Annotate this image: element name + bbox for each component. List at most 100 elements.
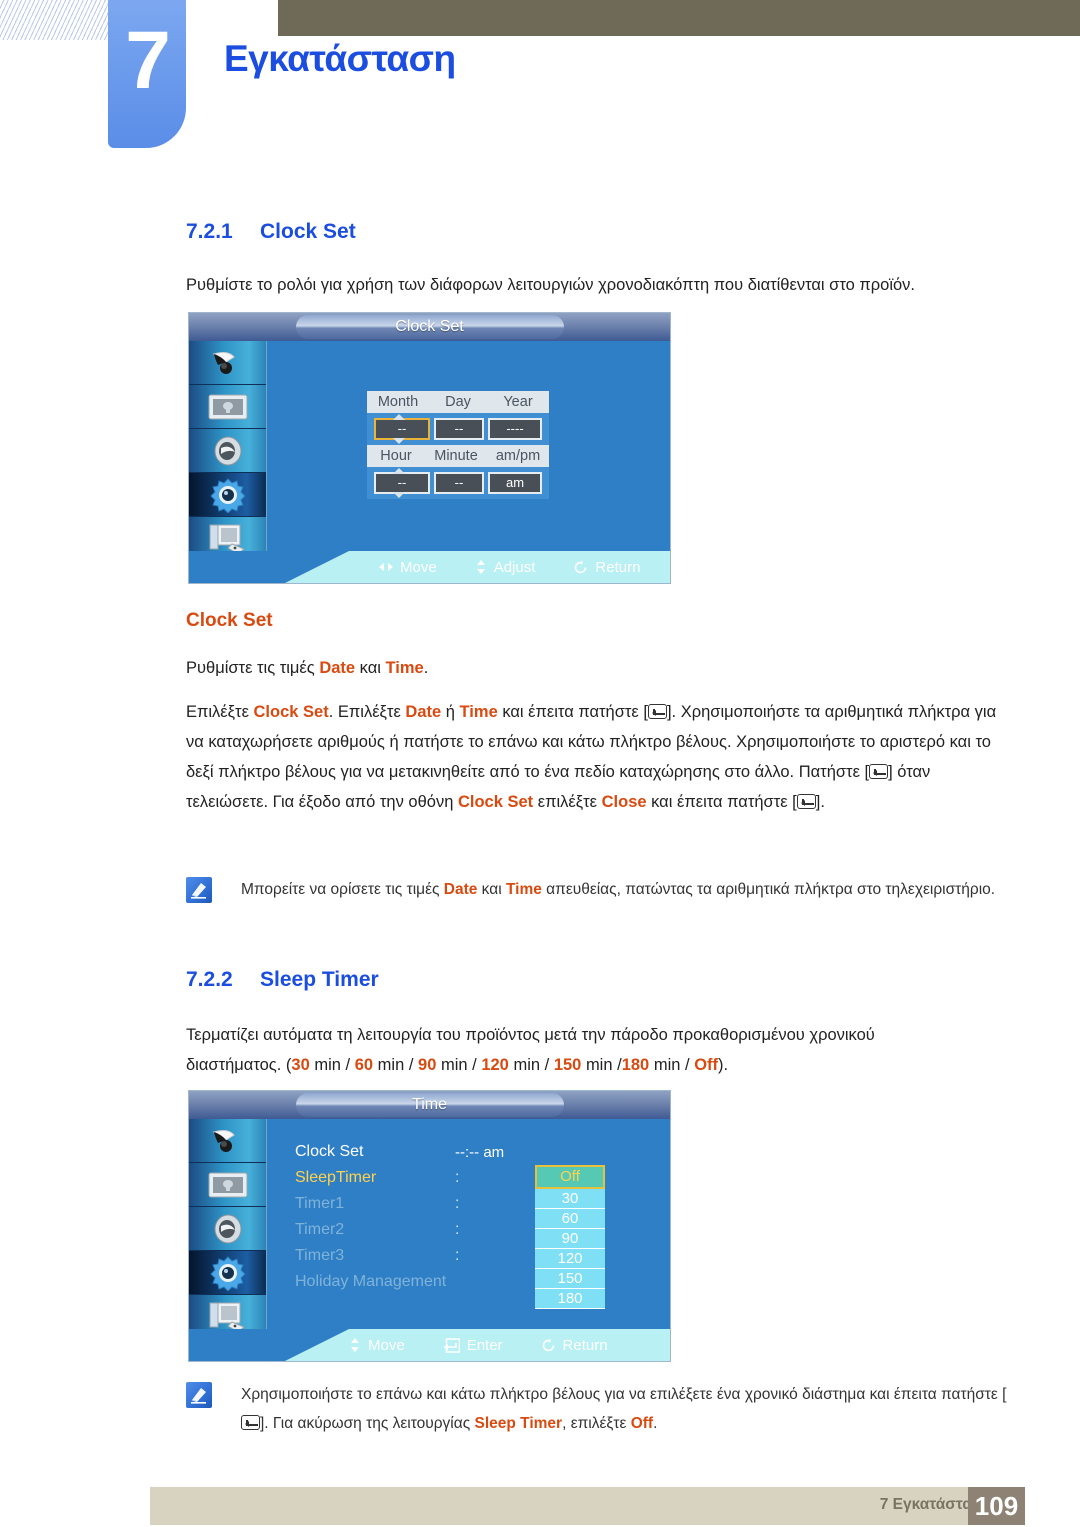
keyword-date-2: Date — [405, 703, 442, 721]
note-2-text: Χρησιμοποιήστε το επάνω και κάτω πλήκτρο… — [241, 1380, 1016, 1438]
osd-screenshot-time: Time Clock Set --:-- am SleepTimer: Tim… — [188, 1090, 671, 1362]
dropdown-option-120[interactable]: 120 — [535, 1249, 605, 1269]
keyword-date: Date — [319, 659, 356, 677]
keyword-close: Close — [601, 793, 647, 811]
dropdown-option-60[interactable]: 60 — [535, 1209, 605, 1229]
date-fields-row: -- -- ---- — [367, 413, 549, 445]
field-year[interactable]: ---- — [488, 418, 542, 440]
osd-body-clock-set: Month Day Year -- -- ---- Hour Minute am… — [267, 341, 670, 551]
enter-key-icon — [869, 764, 889, 779]
menu-label-clock-set: Clock Set — [295, 1143, 364, 1160]
left-right-arrow-icon — [379, 563, 393, 571]
osd-title-time: Time — [295, 1093, 564, 1117]
paragraph-set-date-time: Ρυθμίστε τις τιμές Date και Time. — [186, 653, 1006, 683]
enter-key-icon — [796, 794, 816, 809]
unit-1: min — [314, 1056, 341, 1074]
note-1-mid: και — [477, 881, 506, 898]
note-2-mid: ]. Για ακύρωση της λειτουργίας — [260, 1415, 475, 1432]
text-3: ή — [441, 703, 460, 721]
arrow-down-icon[interactable] — [393, 492, 405, 498]
text-8: και έπειτα πατήστε [ — [646, 793, 797, 811]
dropdown-option-30[interactable]: 30 — [535, 1189, 605, 1209]
note-1-post: απευθείας, πατώντας τα αριθμητικά πλήκτρ… — [541, 881, 996, 898]
osd-hints-clock-set: Move Adjust Return — [189, 551, 670, 583]
arrow-down-icon[interactable] — [393, 438, 405, 444]
field-day[interactable]: -- — [434, 418, 484, 440]
text-4: και έπειτα πατήστε [ — [497, 703, 648, 721]
date-labels-row: Month Day Year — [367, 391, 549, 413]
text-mid: και — [355, 659, 386, 677]
dropdown-option-off[interactable]: Off — [535, 1165, 605, 1189]
hint-enter: Enter — [443, 1337, 503, 1354]
note-1-pre: Μπορείτε να ορίσετε τις τιμές — [241, 881, 444, 898]
setup-gear-icon[interactable] — [189, 473, 266, 517]
menu-value-clock-set: --:-- am — [455, 1143, 505, 1161]
note-box-2: Χρησιμοποιήστε το επάνω και κάτω πλήκτρο… — [186, 1380, 1016, 1438]
label-hour: Hour — [380, 448, 412, 464]
dropdown-option-90[interactable]: 90 — [535, 1229, 605, 1249]
up-down-arrow-icon — [351, 1338, 359, 1352]
menu-colon-2: : — [455, 1195, 460, 1212]
osd-sidebar-time — [189, 1119, 267, 1339]
hint-adjust: Adjust — [475, 559, 535, 576]
menu-label-sleep-timer: SleepTimer — [295, 1169, 377, 1186]
dropdown-option-150[interactable]: 150 — [535, 1269, 605, 1289]
footer-page-number: 109 — [968, 1487, 1025, 1525]
keyword-clock-set: Clock Set — [253, 703, 329, 721]
return-arrow-icon — [542, 1338, 554, 1351]
input-jack-icon[interactable] — [189, 341, 266, 385]
section-number-2: 7.2.2 — [186, 968, 233, 991]
setup-gear-icon[interactable] — [189, 1251, 266, 1295]
menu-label-holiday-management: Holiday Management — [295, 1273, 447, 1290]
up-down-arrow-icon — [476, 560, 485, 574]
picture-display-icon[interactable] — [189, 385, 266, 429]
arrow-up-icon[interactable] — [393, 414, 405, 420]
opt-60: 60 — [354, 1056, 374, 1074]
arrow-up-icon[interactable] — [393, 468, 405, 474]
month-spinner-arrows[interactable] — [393, 413, 405, 445]
menu-label-timer2: Timer2 — [295, 1221, 345, 1238]
time-labels-row: Hour Minute am/pm — [367, 445, 549, 467]
menu-row-clock-set[interactable]: Clock Set --:-- am — [295, 1139, 595, 1165]
opt-120: 120 — [481, 1056, 509, 1074]
opt-180: 180 — [621, 1056, 650, 1074]
chapter-number-badge: 7 — [108, 0, 186, 148]
field-ampm[interactable]: am — [488, 472, 542, 494]
sleep-intro-pre: διαστήματος. ( — [186, 1056, 292, 1074]
picture-display-icon[interactable] — [189, 1163, 266, 1207]
unit-5: min — [585, 1056, 613, 1074]
keyword-off: Off — [630, 1415, 654, 1432]
hint-return-label: Return — [595, 558, 641, 576]
unit-6: min — [653, 1056, 681, 1074]
sound-speaker-icon[interactable] — [189, 429, 266, 473]
enter-key-icon — [241, 1415, 260, 1430]
label-ampm: am/pm — [495, 448, 541, 464]
section-heading-7-2-1: 7.2.1 Clock Set — [186, 220, 356, 244]
sleep-intro-post: ). — [718, 1056, 729, 1074]
chapter-title: Εγκατάσταση — [224, 38, 456, 79]
enter-key-icon — [647, 704, 667, 719]
osd-title-clock-set: Clock Set — [295, 315, 564, 339]
field-minute[interactable]: -- — [434, 472, 484, 494]
hour-spinner-arrows[interactable] — [393, 467, 405, 499]
hint-move: Move — [379, 559, 437, 576]
keyword-sleep-timer: Sleep Timer — [474, 1415, 563, 1432]
unit-2: min — [377, 1056, 405, 1074]
enter-key-icon — [443, 1337, 460, 1353]
sleep-timer-dropdown[interactable]: Off 30 60 90 120 150 180 — [535, 1165, 605, 1309]
paragraph-sleep-timer-intro: Τερματίζει αυτόματα τη λειτουργία του πρ… — [186, 1026, 875, 1074]
dropdown-option-180[interactable]: 180 — [535, 1289, 605, 1309]
sound-speaker-icon[interactable] — [189, 1207, 266, 1251]
time-fields-row: -- -- am — [367, 467, 549, 499]
note-2-pre: Χρησιμοποιήστε το επάνω και κάτω πλήκτρο… — [241, 1386, 1007, 1403]
input-jack-icon[interactable] — [189, 1119, 266, 1163]
hint-enter-label: Enter — [466, 1336, 503, 1354]
menu-label-timer1: Timer1 — [295, 1195, 345, 1212]
hint-return-2: Return — [541, 1337, 608, 1354]
text-post: . — [423, 659, 429, 677]
section-number: 7.2.1 — [186, 220, 233, 243]
header-olive-bar — [278, 0, 1080, 36]
keyword-date-3: Date — [443, 881, 478, 898]
note-box-1: Μπορείτε να ορίσετε τις τιμές Date και T… — [186, 875, 1016, 904]
section-title: Clock Set — [260, 220, 356, 243]
